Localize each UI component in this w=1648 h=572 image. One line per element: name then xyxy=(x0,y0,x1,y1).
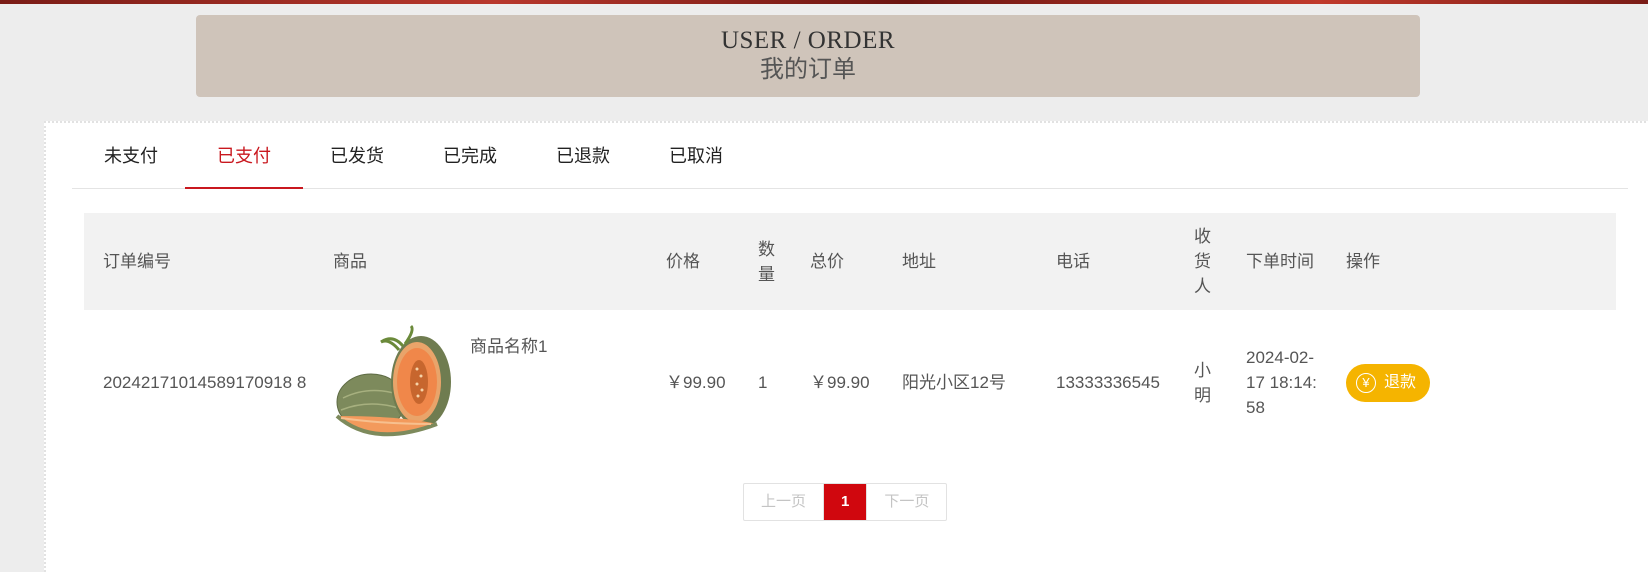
current-page-button[interactable]: 1 xyxy=(824,484,867,520)
banner-title-cn: 我的订单 xyxy=(760,57,856,83)
cell-address: 阳光小区12号 xyxy=(902,373,1006,392)
tab-shipped[interactable]: 已发货 xyxy=(298,123,416,188)
product-name[interactable]: 商品名称1 xyxy=(470,334,547,359)
header-qty: 数量 xyxy=(739,213,791,310)
yen-icon: ¥ xyxy=(1356,372,1376,393)
orders-table: 订单编号 商品 价格 数量 总价 地址 电话 收货人 下单时间 操作 20242… xyxy=(84,213,1616,455)
header-phone: 电话 xyxy=(1037,213,1175,310)
header-address: 地址 xyxy=(883,213,1037,310)
cell-time: 2024-02-17 18:14:58 xyxy=(1246,348,1317,417)
orders-panel: 未支付 已支付 已发货 已完成 已退款 已取消 订单编号 商品 价格 数量 总价… xyxy=(44,121,1648,572)
tab-completed[interactable]: 已完成 xyxy=(411,123,529,188)
refund-button[interactable]: ¥ 退款 xyxy=(1346,363,1431,402)
cell-action: ¥ 退款 xyxy=(1327,310,1616,455)
cell-phone: 13333336545 xyxy=(1056,373,1161,392)
product-info: 商品名称1 xyxy=(333,310,647,455)
header-order-no: 订单编号 xyxy=(84,213,314,310)
cell-total: ￥99.90 xyxy=(810,373,870,392)
cell-product: 商品名称1 xyxy=(314,310,647,455)
cell-qty: 1 xyxy=(758,373,768,392)
pagination: 上一页 1 下一页 xyxy=(743,483,948,521)
banner-title-en: USER / ORDER xyxy=(720,27,896,54)
header-price: 价格 xyxy=(647,213,739,310)
header-action: 操作 xyxy=(1327,213,1616,310)
header-total: 总价 xyxy=(791,213,883,310)
header-time: 下单时间 xyxy=(1227,213,1327,310)
top-decor-strip xyxy=(0,0,1648,4)
refund-button-label: 退款 xyxy=(1384,374,1417,391)
tab-paid[interactable]: 已支付 xyxy=(185,123,303,189)
product-image-melon[interactable] xyxy=(333,324,457,444)
tab-cancelled[interactable]: 已取消 xyxy=(637,123,755,188)
cell-price: ￥99.90 xyxy=(666,373,726,392)
table-header-row: 订单编号 商品 价格 数量 总价 地址 电话 收货人 下单时间 操作 xyxy=(84,213,1616,310)
cell-order-no: 20242171014589170918 8 xyxy=(103,373,307,392)
page-banner: USER / ORDER 我的订单 xyxy=(196,15,1420,97)
header-receiver: 收货人 xyxy=(1175,213,1227,310)
table-row: 20242171014589170918 8 商品名称1 ￥99.90 1 ￥9… xyxy=(84,310,1616,455)
prev-page-button[interactable]: 上一页 xyxy=(744,484,825,520)
next-page-button[interactable]: 下一页 xyxy=(866,484,946,520)
tab-unpaid[interactable]: 未支付 xyxy=(72,123,190,188)
order-status-tabs: 未支付 已支付 已发货 已完成 已退款 已取消 xyxy=(72,123,1628,189)
tab-refunded[interactable]: 已退款 xyxy=(524,123,642,188)
header-product: 商品 xyxy=(314,213,647,310)
cell-receiver: 小明 xyxy=(1194,360,1211,405)
